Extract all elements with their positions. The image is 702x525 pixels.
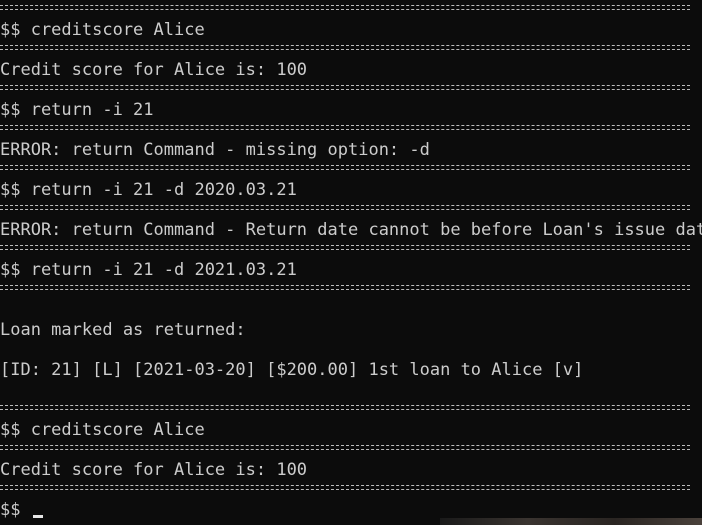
command-line: $$ creditscore Alice <box>0 420 205 440</box>
terminal-window[interactable]: $$ creditscore Alice Credit score for Al… <box>0 0 702 525</box>
error-line: ERROR: return Command - missing option: … <box>0 140 430 160</box>
separator <box>0 42 690 54</box>
output-line: Loan marked as returned: <box>0 320 246 340</box>
separator <box>0 402 690 414</box>
separator <box>0 162 690 174</box>
separator <box>0 202 690 214</box>
command-line: $$ return -i 21 -d 2020.03.21 <box>0 180 297 200</box>
error-line: ERROR: return Command - Return date cann… <box>0 220 702 240</box>
separator <box>0 82 690 94</box>
output-line: Credit score for Alice is: 100 <box>0 60 308 80</box>
text-cursor <box>32 515 43 518</box>
separator <box>0 282 690 294</box>
separator <box>0 122 690 134</box>
output-line: [ID: 21] [L] [2021-03-20] [$200.00] 1st … <box>0 360 584 380</box>
separator <box>0 442 690 454</box>
output-line: Credit score for Alice is: 100 <box>0 460 308 480</box>
prompt-line[interactable]: $$ <box>0 500 702 520</box>
command-line: $$ return -i 21 <box>0 100 154 120</box>
separator <box>0 2 690 14</box>
desktop-background-strip <box>440 518 702 525</box>
prompt-text: $$ <box>0 500 31 520</box>
command-line: $$ return -i 21 -d 2021.03.21 <box>0 260 297 280</box>
separator <box>0 482 690 494</box>
separator <box>0 242 690 254</box>
command-line: $$ creditscore Alice <box>0 20 205 40</box>
